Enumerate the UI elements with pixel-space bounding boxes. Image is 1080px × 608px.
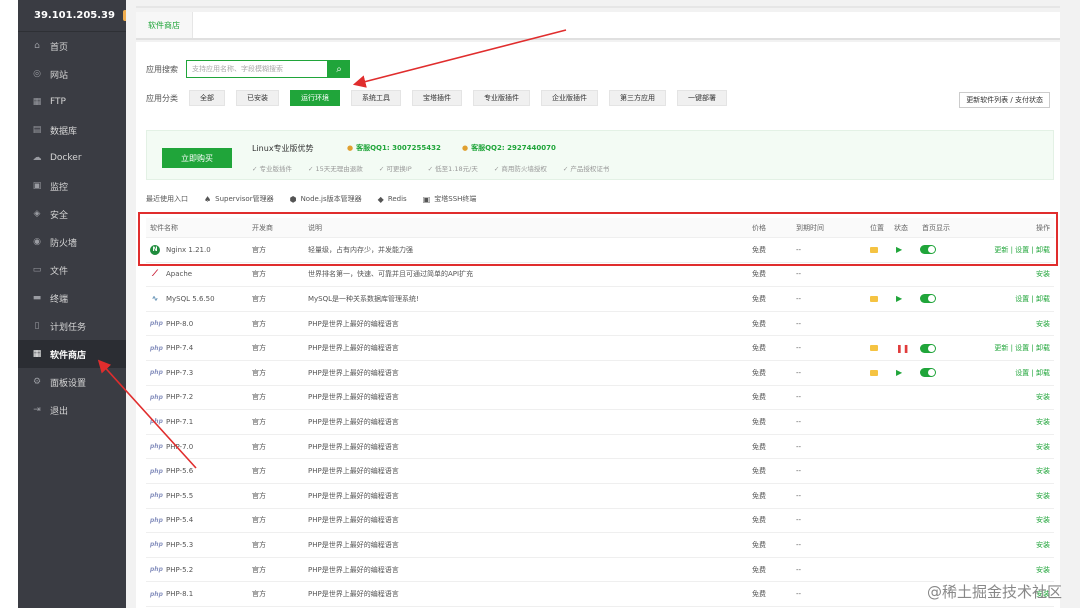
arrow-to-runtime-tab	[352, 29, 567, 88]
arrow-to-store-menu	[97, 359, 197, 469]
watermark: @稀土掘金技术社区	[926, 583, 1062, 601]
annotation-arrows	[97, 29, 567, 469]
page: 39.101.205.39 0 ⌂首页◎网站▦FTP▤数据库☁Docker▣监控…	[0, 0, 1080, 608]
